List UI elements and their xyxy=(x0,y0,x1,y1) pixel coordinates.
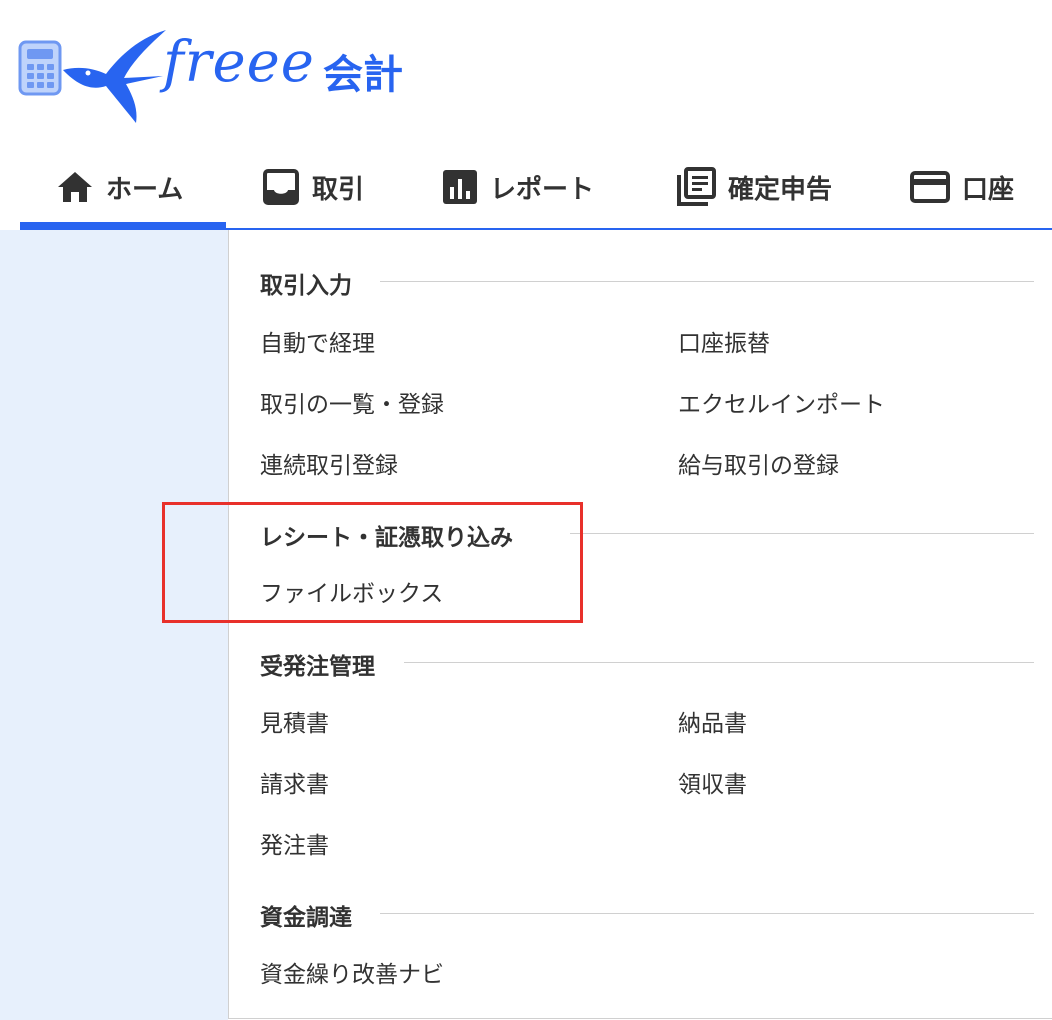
nav-item-label: 取引 xyxy=(312,174,365,205)
page: freee 会計 ホーム 取引 レポート 確定申告 口座 取引入力 自動で経理 … xyxy=(0,0,1052,1020)
nav-item-label: 確定申告 xyxy=(728,174,833,205)
credit-card-icon xyxy=(910,171,950,203)
logo-wordmark: freee xyxy=(163,30,315,95)
section-title-funding: 資金調達 xyxy=(260,898,368,932)
menu-link-batch-transaction[interactable]: 連続取引登録 xyxy=(260,446,398,480)
section-title-receipt-import: レシート・証憑取り込み xyxy=(260,518,529,552)
menu-link-delivery-note[interactable]: 納品書 xyxy=(678,704,747,738)
menu-link-account-transfer[interactable]: 口座振替 xyxy=(678,324,770,358)
sidebar-background xyxy=(0,230,228,1020)
nav-item-label: ホーム xyxy=(106,174,184,205)
menu-link-purchase-order[interactable]: 発注書 xyxy=(260,826,329,860)
nav-item-label: レポート xyxy=(490,174,595,205)
section-divider xyxy=(570,533,1034,534)
menu-link-quotation[interactable]: 見積書 xyxy=(260,704,329,738)
top-navigation: ホーム 取引 レポート 確定申告 口座 xyxy=(20,148,1052,230)
menu-link-receipt[interactable]: 領収書 xyxy=(678,765,747,799)
nav-item-transactions[interactable]: 取引 xyxy=(262,148,364,226)
nav-item-home[interactable]: ホーム xyxy=(20,148,226,228)
swallow-bird-icon xyxy=(63,30,166,123)
document-stack-icon xyxy=(677,167,716,206)
logo-product-name: 会計 xyxy=(323,52,403,98)
menu-link-file-box[interactable]: ファイルボックス xyxy=(260,574,443,608)
nav-item-accounts[interactable]: 口座 xyxy=(910,148,1014,226)
section-divider xyxy=(404,662,1034,663)
bar-chart-icon xyxy=(443,170,477,204)
section-title-order-management: 受発注管理 xyxy=(260,647,391,681)
section-divider xyxy=(380,281,1034,282)
inbox-icon xyxy=(263,169,299,205)
freee-logo[interactable]: freee 会計 xyxy=(18,28,438,128)
menu-link-auto-accounting[interactable]: 自動で経理 xyxy=(260,324,375,358)
menu-link-cashflow-navi[interactable]: 資金繰り改善ナビ xyxy=(260,955,444,989)
menu-link-invoice[interactable]: 請求書 xyxy=(260,765,329,799)
section-divider xyxy=(380,913,1034,914)
section-title-transaction-input: 取引入力 xyxy=(260,266,368,300)
menu-link-excel-import[interactable]: エクセルインポート xyxy=(678,385,885,419)
menu-link-transaction-list[interactable]: 取引の一覧・登録 xyxy=(260,385,444,419)
home-icon xyxy=(58,172,92,202)
nav-item-tax-return[interactable]: 確定申告 xyxy=(676,148,832,226)
nav-item-label: 口座 xyxy=(962,174,1015,205)
menu-link-payroll-transaction[interactable]: 給与取引の登録 xyxy=(678,446,839,480)
nav-item-reports[interactable]: レポート xyxy=(442,148,594,226)
